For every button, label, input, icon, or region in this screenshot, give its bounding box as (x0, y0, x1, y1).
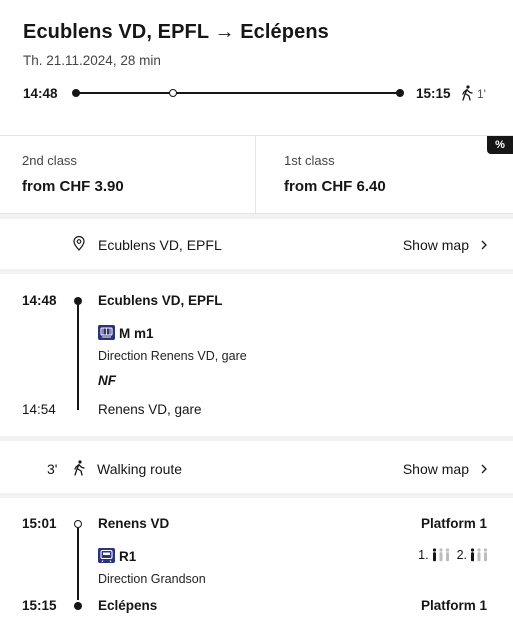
show-map-link[interactable]: Show map (403, 461, 469, 477)
arrival-platform: Platform 1 (420, 598, 487, 613)
journey-leg-metro[interactable]: 14:48 Ecublens VD, EPFL M m1 Direction R… (0, 274, 513, 436)
leg-departure-stop: Renens VD (98, 516, 170, 531)
leg-arrival-time: 14:54 (22, 402, 56, 417)
stop-dot (74, 520, 82, 528)
line-direction: Direction Grandson (98, 572, 206, 586)
line-name: M m1 (119, 326, 154, 341)
connection-header: Ecublens VD, EPFL → Eclépens Th. 21.11.2… (0, 0, 513, 134)
occupancy-first-class-label: 1. (418, 548, 429, 562)
walking-route-label: Walking route (97, 461, 183, 477)
price-value: from CHF 3.90 (22, 178, 124, 195)
ticket-prices: 2nd class from CHF 3.90 1st class from C… (0, 135, 513, 214)
metro-icon (98, 325, 115, 340)
leg-arrival-time: 15:15 (22, 598, 57, 613)
person-icon (470, 548, 488, 562)
walk-minutes: 1' (477, 87, 486, 101)
price-class-label: 2nd class (22, 153, 77, 168)
timeline-end-dot (396, 89, 404, 97)
train-icon (98, 548, 115, 563)
origin-place: Ecublens VD, EPFL (98, 237, 222, 253)
journey-leg-train[interactable]: 15:01 Renens VD Platform 1 R1 1. 2. Dire… (0, 498, 513, 621)
stop-dot (74, 602, 82, 610)
arrival-time: 15:15 (416, 86, 451, 101)
leg-departure-time: 14:48 (22, 293, 57, 308)
route-line (77, 528, 79, 600)
person-icon (432, 548, 449, 562)
leg-departure-stop: Ecublens VD, EPFL (98, 293, 223, 308)
price-class-label: 1st class (284, 153, 335, 168)
origin-row[interactable]: Ecublens VD, EPFL Show map (0, 219, 513, 269)
timeline-start-dot (72, 89, 80, 97)
price-second-class[interactable]: 2nd class from CHF 3.90 (0, 136, 256, 214)
leg-departure-time: 15:01 (22, 516, 57, 531)
departure-time: 14:48 (23, 86, 58, 101)
walking-icon (74, 460, 85, 476)
occupancy-second-class-label: 2. (456, 548, 467, 562)
leg-arrival-stop: Renens VD, gare (98, 402, 202, 417)
line-name: R1 (119, 549, 137, 564)
walking-icon (462, 85, 473, 101)
leg-arrival-stop: Eclépens (98, 598, 158, 613)
show-map-link[interactable]: Show map (403, 237, 469, 253)
chevron-right-icon (481, 240, 487, 250)
price-value: from CHF 6.40 (284, 178, 386, 195)
low-floor-note: NF (98, 373, 116, 388)
occupancy-indicator: 1. 2. (418, 548, 489, 562)
price-first-class[interactable]: 1st class from CHF 6.40 (256, 136, 513, 214)
location-pin-icon (73, 236, 85, 251)
departure-platform: Platform 1 (420, 516, 487, 531)
route-line (77, 301, 79, 410)
walking-row[interactable]: 3' Walking route Show map (0, 441, 513, 493)
discount-badge: % (487, 136, 513, 154)
timeline-transfer-dot (169, 89, 177, 97)
timeline-bar (76, 92, 400, 94)
line-direction: Direction Renens VD, gare (98, 349, 247, 363)
trip-date-duration: Th. 21.11.2024, 28 min (23, 53, 161, 68)
chevron-right-icon (481, 464, 487, 474)
walk-duration: 3' (47, 461, 58, 477)
page-title: Ecublens VD, EPFL → Eclépens (23, 21, 329, 43)
